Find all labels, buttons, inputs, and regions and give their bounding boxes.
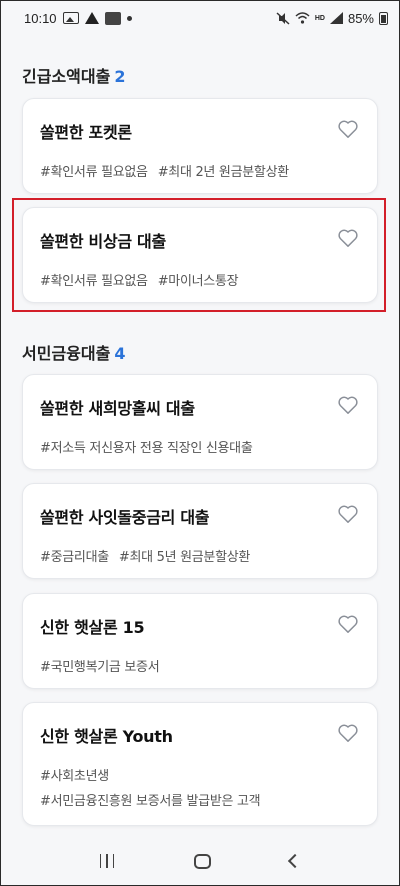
loan-card-title: 쏠편한 사잇돌중금리 대출: [40, 508, 210, 527]
warning-icon: [84, 12, 99, 24]
mute-icon: [276, 11, 290, 25]
loan-card[interactable]: 쏠편한 비상금 대출 #확인서류 필요없음 #마이너스통장: [22, 207, 378, 303]
loan-card-tags: #사회초년생 #서민금융진흥원 보증서를 발급받은 고객: [40, 765, 361, 809]
loan-tag: #중금리대출: [40, 550, 109, 565]
status-bar: 10:10 HD 85%: [0, 0, 400, 36]
loan-tag: #마이너스통장: [157, 274, 239, 289]
loan-tag: #최대 5년 원금분할상환: [118, 550, 251, 565]
loan-tag: #확인서류 필요없음: [40, 274, 148, 289]
recent-apps-button[interactable]: [99, 854, 115, 868]
loan-card-title: 쏠편한 새희망홀씨 대출: [40, 399, 195, 418]
hd-voice-icon: HD: [314, 14, 325, 22]
loan-card[interactable]: 쏠편한 사잇돌중금리 대출 #중금리대출 #최대 5년 원금분할상환: [22, 483, 378, 579]
home-button[interactable]: [193, 853, 211, 869]
recent-apps-icon: [112, 854, 115, 868]
wifi-icon: [295, 12, 310, 24]
section-title-text: 긴급소액대출: [22, 67, 111, 86]
battery-percent: 85%: [347, 10, 374, 26]
loan-card-title: 신한 햇살론 Youth: [40, 727, 173, 746]
status-time: 10:10: [24, 10, 57, 26]
favorite-heart-icon[interactable]: [337, 119, 359, 139]
favorite-heart-icon[interactable]: [337, 614, 359, 634]
loan-tag: #최대 2년 원금분할상환: [157, 165, 289, 180]
signal-icon: [329, 12, 343, 24]
back-button[interactable]: [288, 853, 303, 869]
favorite-heart-icon[interactable]: [337, 723, 359, 743]
loan-card-tags: #확인서류 필요없음 #최대 2년 원금분할상환: [40, 161, 361, 180]
loan-tag: #저소득 저신용자 전용 직장인 신용대출: [40, 441, 253, 456]
loan-tag: #국민행복기금 보증서: [40, 660, 160, 675]
loan-tag: #사회초년생: [40, 769, 109, 784]
recent-apps-icon: [99, 854, 102, 868]
loan-tag: #확인서류 필요없음: [40, 165, 148, 180]
section-title-low-income: 서민금융대출 4: [22, 340, 125, 364]
loan-card-tags: #확인서류 필요없음 #마이너스통장: [40, 270, 361, 289]
battery-icon: [379, 11, 388, 25]
gallery-icon: [62, 12, 79, 24]
recent-apps-icon: [106, 854, 108, 868]
loan-tag: #서민금융진흥원 보증서를 발급받은 고객: [40, 794, 261, 809]
favorite-heart-icon[interactable]: [337, 395, 359, 415]
loan-card[interactable]: 쏠편한 포켓론 #확인서류 필요없음 #최대 2년 원금분할상환: [22, 98, 378, 194]
loan-card-tags: #중금리대출 #최대 5년 원금분할상환: [40, 546, 361, 565]
loan-card[interactable]: 신한 햇살론 15 #국민행복기금 보증서: [22, 593, 378, 689]
favorite-heart-icon[interactable]: [337, 504, 359, 524]
section-title-text: 서민금융대출: [22, 344, 111, 363]
loan-card-title: 쏠편한 비상금 대출: [40, 232, 166, 251]
loan-list: 긴급소액대출 2 쏠편한 포켓론 #확인서류 필요없음 #최대 2년 원금분할상환 …: [0, 36, 400, 836]
app-notification-icon: [104, 11, 121, 25]
favorite-heart-icon[interactable]: [337, 228, 359, 248]
loan-card-title: 쏠편한 포켓론: [40, 123, 132, 142]
section-count: 2: [114, 67, 126, 86]
loan-card[interactable]: 쏠편한 새희망홀씨 대출 #저소득 저신용자 전용 직장인 신용대출: [22, 374, 378, 470]
system-nav-bar: [0, 836, 400, 886]
loan-card-tags: #국민행복기금 보증서: [40, 656, 361, 675]
section-count: 4: [114, 344, 126, 363]
loan-card-title: 신한 햇살론 15: [40, 618, 145, 637]
more-notifications-icon: [126, 15, 132, 21]
loan-card[interactable]: 신한 햇살론 Youth #사회초년생 #서민금융진흥원 보증서를 발급받은 고…: [22, 702, 378, 826]
loan-card-tags: #저소득 저신용자 전용 직장인 신용대출: [40, 437, 361, 456]
section-title-emergency: 긴급소액대출 2: [22, 63, 125, 87]
